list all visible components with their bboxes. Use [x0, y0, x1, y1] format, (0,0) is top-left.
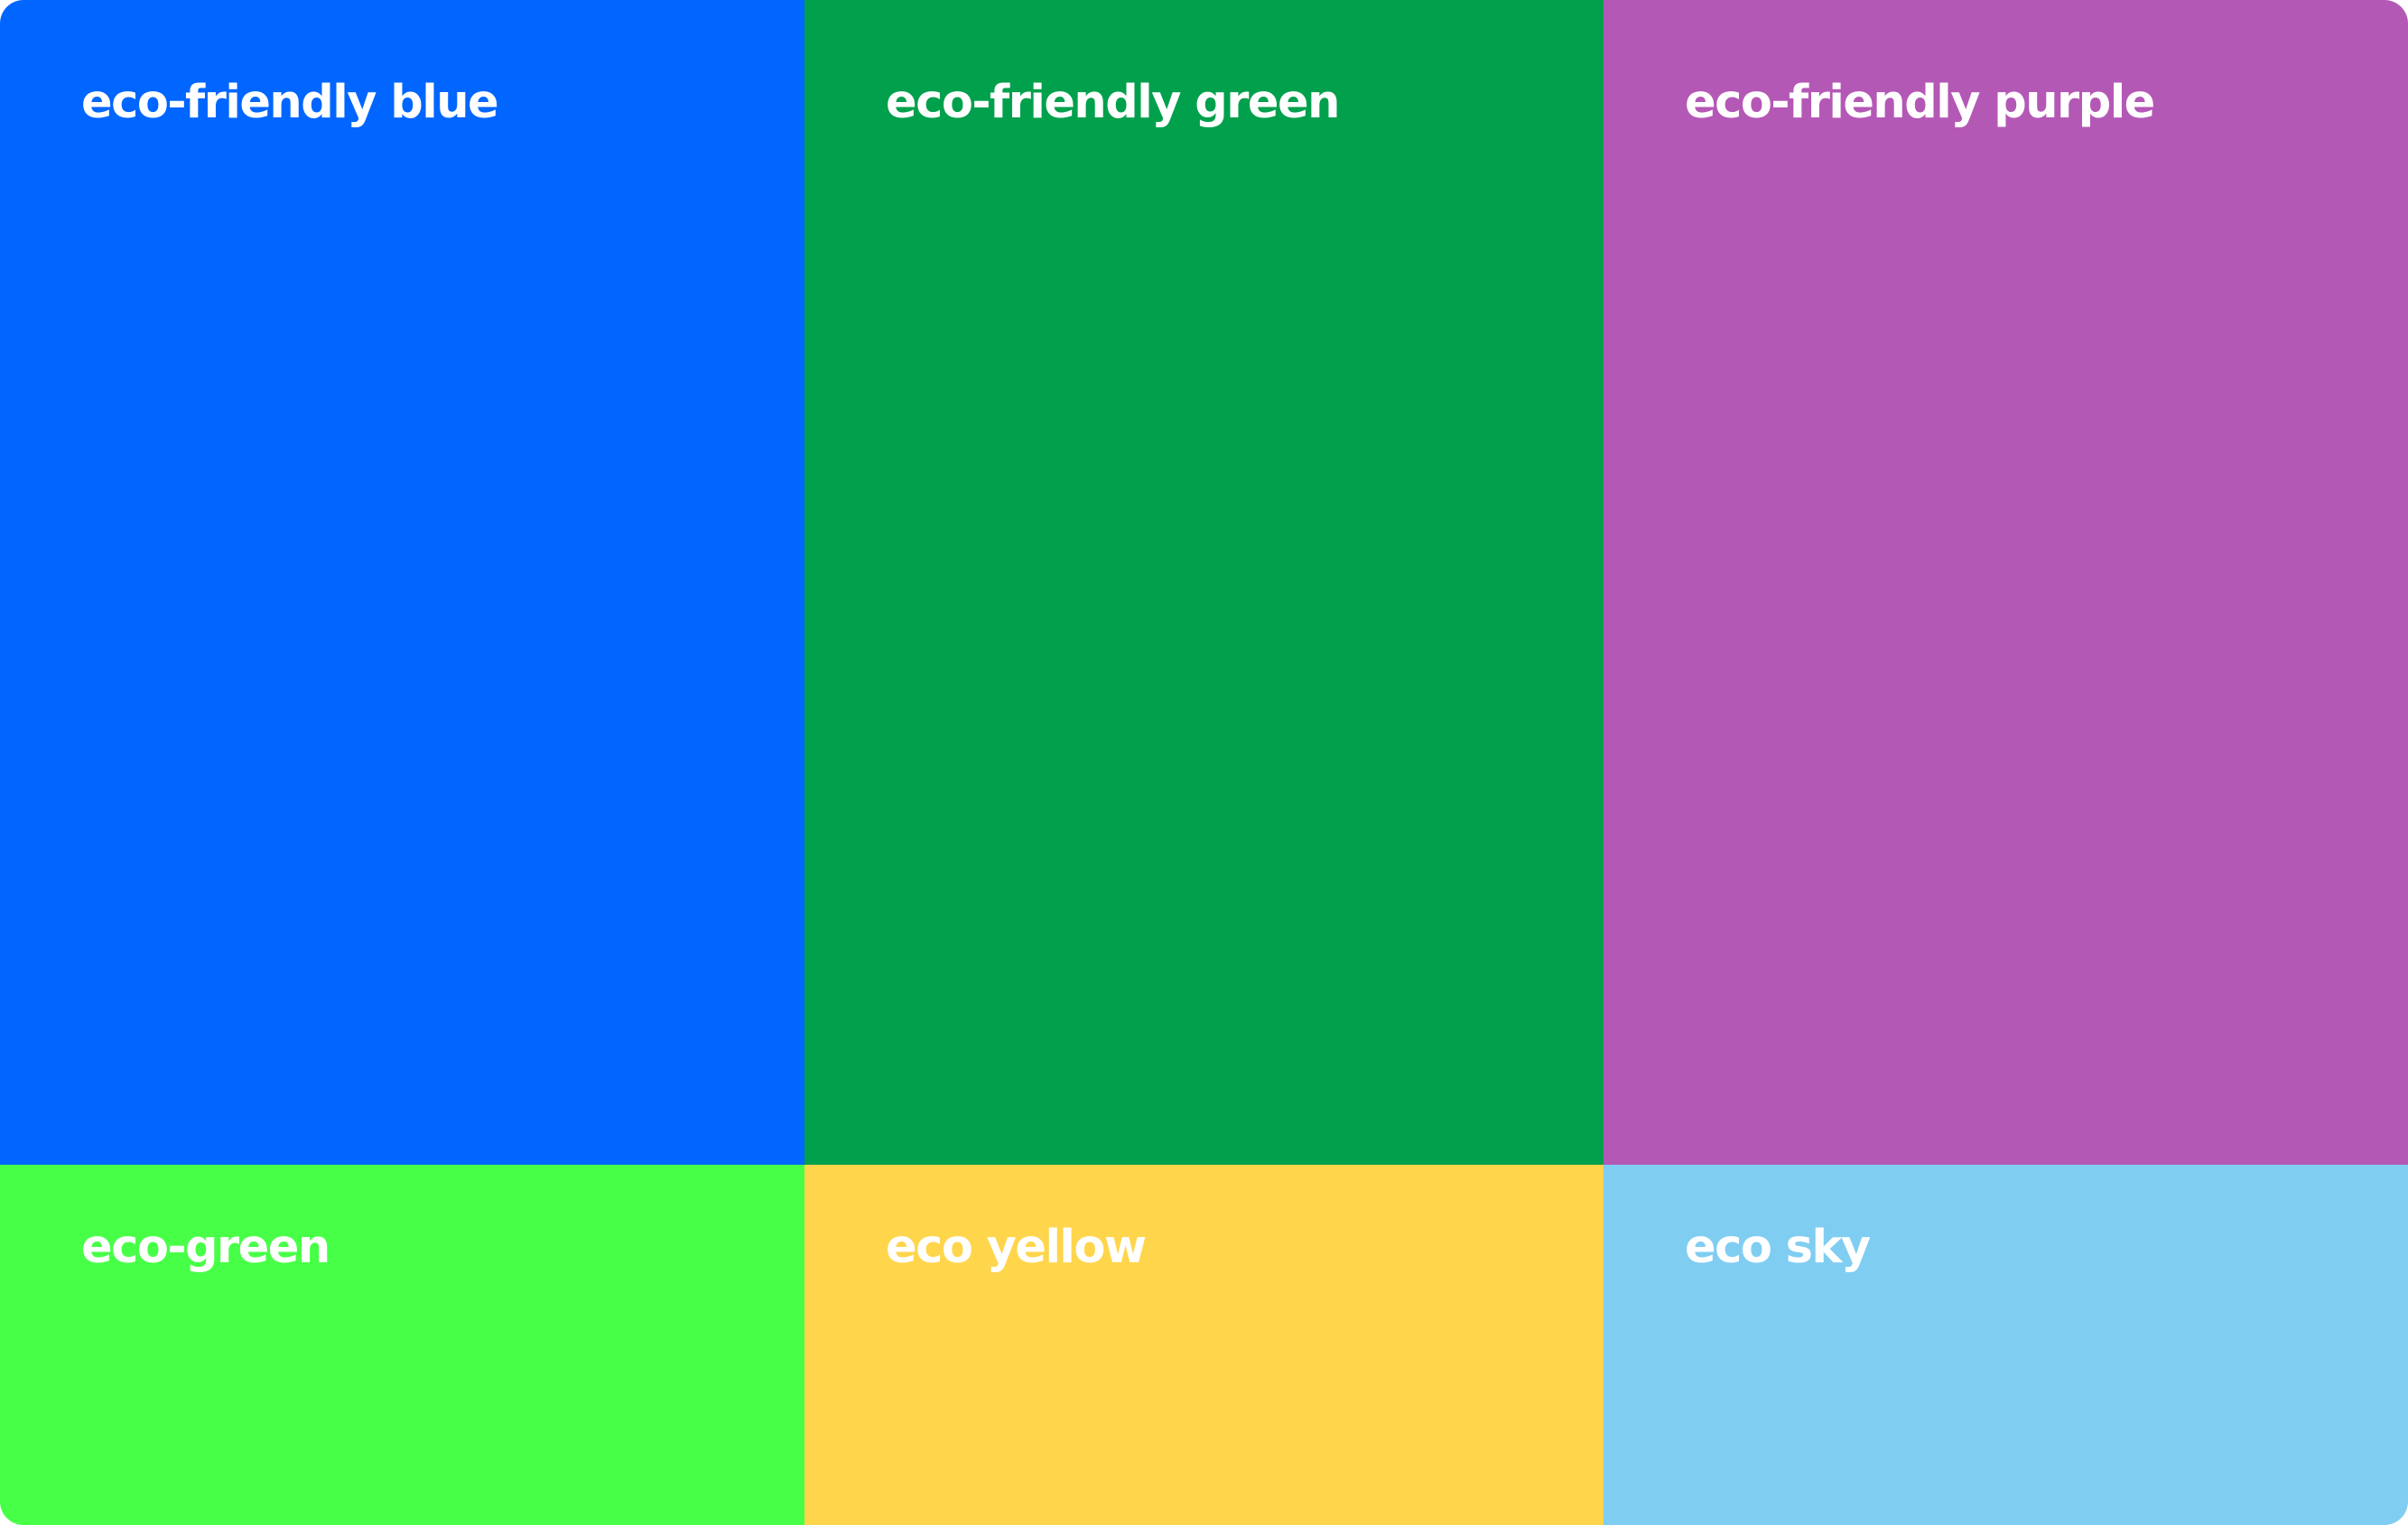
swatch-label: eco-friendly blue	[81, 76, 499, 129]
swatch-label: eco sky	[1685, 1221, 1871, 1274]
swatch-eco-friendly-green: eco-friendly green	[804, 0, 1604, 1165]
swatch-eco-yellow: eco yellow	[804, 1165, 1604, 1525]
swatch-eco-friendly-purple: eco-friendly purple	[1604, 0, 2408, 1165]
swatch-label: eco-friendly green	[886, 76, 1340, 129]
color-palette: eco-friendly blue eco-friendly green eco…	[0, 0, 2408, 1525]
swatch-eco-sky: eco sky	[1604, 1165, 2408, 1525]
swatch-label: eco-friendly purple	[1685, 76, 2155, 129]
swatch-label: eco yellow	[886, 1221, 1147, 1274]
swatch-eco-friendly-blue: eco-friendly blue	[0, 0, 804, 1165]
swatch-eco-green: eco-green	[0, 1165, 804, 1525]
swatch-label: eco-green	[81, 1221, 330, 1274]
